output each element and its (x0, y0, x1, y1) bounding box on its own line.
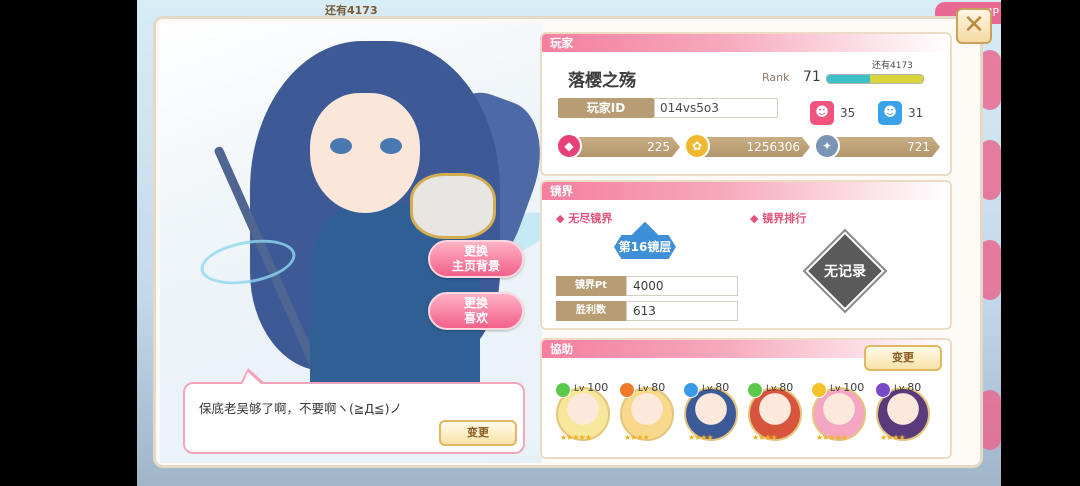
mirror-pt-value: 4000 (626, 276, 738, 296)
rarity-stars: ★★★★★ (560, 433, 592, 442)
support-section: 協助 变更 Lv 100 ★★★★★ Lv 80 ★★★★ Lv 80 ★★★★ Lv 80… (540, 338, 952, 459)
wins-label: 胜利数 (556, 301, 626, 321)
exp-remainder (870, 75, 923, 83)
member-level-value: 80 (715, 381, 730, 394)
attribute-icon (555, 382, 571, 398)
game-screen: 还有4173 MP 更换 主页背景 更换 喜欢 保底老吴够了 (137, 0, 1001, 486)
player-section: 玩家 落樱之殇 Rank 71 还有4173 玩家ID 014vs5o3 ☻ 3… (540, 32, 952, 176)
coin-counter: 1256306 (696, 137, 810, 157)
attribute-icon (747, 382, 763, 398)
gem-counter: 225 (568, 137, 680, 157)
character-face (310, 93, 420, 213)
exp-bar (826, 74, 924, 84)
player-section-title: 玩家 (542, 34, 950, 52)
member-level-value: 80 (779, 381, 794, 394)
bubble-tail-inner (242, 372, 262, 385)
stat-value: 31 (908, 106, 924, 120)
mirror-pt-label: 镜界Pt (556, 276, 626, 296)
support-member[interactable]: Lv 100 ★★★★★ (811, 381, 868, 451)
floor-badge: 第16镜层 (614, 235, 676, 259)
attribute-icon (619, 382, 635, 398)
member-level: Lv 100 (830, 381, 865, 394)
mirror-ranking-label: 镜界排行 (762, 212, 807, 225)
character-shoulder-armor (410, 173, 496, 239)
rarity-stars: ★★★★ (624, 433, 650, 442)
endless-mirror-title: ◆ 无尽镜界 (556, 212, 613, 225)
wins-value: 613 (626, 301, 738, 321)
mirror-section: 镜界 ◆ 无尽镜界 ◆ 镜界排行 第16镜层 镜界Pt 4000 胜利数 613… (540, 180, 952, 330)
player-id-value: 014vs5o3 (654, 98, 778, 118)
attribute-icon (683, 382, 699, 398)
pink-face-icon: ☻ (810, 101, 834, 125)
change-favorite-button[interactable]: 更换 喜欢 (428, 292, 524, 330)
member-level: Lv 80 (766, 381, 794, 394)
edit-support-button[interactable]: 变更 (864, 345, 942, 371)
support-member[interactable]: Lv 80 ★★★★ (747, 381, 804, 451)
rank-value: 71 (803, 69, 821, 85)
comment-text: 保底老吴够了啊，不要啊ヽ(≧Д≦)ノ (199, 401, 402, 416)
member-level: Lv 80 (894, 381, 922, 394)
exp-fill (827, 75, 871, 83)
rarity-stars: ★★★★ (880, 433, 906, 442)
support-member[interactable]: Lv 80 ★★★★ (875, 381, 932, 451)
member-level: Lv 80 (638, 381, 666, 394)
support-member[interactable]: Lv 80 ★★★★ (619, 381, 676, 451)
attribute-icon (875, 382, 891, 398)
coin-icon: ✿ (684, 133, 710, 159)
support-member[interactable]: Lv 80 ★★★★ (683, 381, 740, 451)
exp-remaining-label: 还有4173 (872, 61, 913, 71)
rank-label: Rank (762, 71, 790, 84)
gem-icon: ◆ (556, 133, 582, 159)
mirror-ranking-title: ◆ 镜界排行 (750, 212, 807, 225)
close-button[interactable]: ✕ (956, 8, 992, 44)
character-eye (380, 138, 402, 154)
rarity-stars: ★★★★ (688, 433, 714, 442)
crystal-icon: ✦ (814, 133, 840, 159)
player-id-label: 玩家ID (558, 98, 654, 118)
mirror-section-title: 镜界 (542, 182, 950, 200)
blue-face-icon: ☻ (878, 101, 902, 125)
profile-panel: 更换 主页背景 更换 喜欢 保底老吴够了啊，不要啊ヽ(≧Д≦)ノ 变更 玩家 落… (153, 16, 983, 468)
no-record-text: 无记录 (824, 264, 866, 280)
member-level-value: 100 (587, 381, 609, 394)
support-member[interactable]: Lv 100 ★★★★★ (555, 381, 612, 451)
member-level-value: 80 (907, 381, 922, 394)
stat-value: 35 (840, 106, 856, 120)
comment-bubble: 保底老吴够了啊，不要啊ヽ(≧Д≦)ノ 变更 (183, 368, 525, 454)
button-line: 更换 (463, 244, 488, 258)
edit-comment-button[interactable]: 变更 (439, 420, 517, 446)
player-name: 落樱之殇 (568, 71, 636, 91)
button-line: 喜欢 (463, 311, 488, 325)
attribute-icon (811, 382, 827, 398)
rarity-stars: ★★★★★ (816, 433, 848, 442)
change-home-bg-button[interactable]: 更换 主页背景 (428, 240, 524, 278)
rarity-stars: ★★★★ (752, 433, 778, 442)
character-eye (330, 138, 352, 154)
member-level-value: 80 (651, 381, 666, 394)
member-level: Lv 80 (702, 381, 730, 394)
endless-mirror-label: 无尽镜界 (568, 212, 613, 225)
member-level: Lv 100 (574, 381, 609, 394)
button-line: 主页背景 (451, 259, 500, 273)
button-line: 更换 (463, 296, 488, 310)
member-level-value: 100 (843, 381, 865, 394)
crystal-counter: 721 (824, 137, 940, 157)
